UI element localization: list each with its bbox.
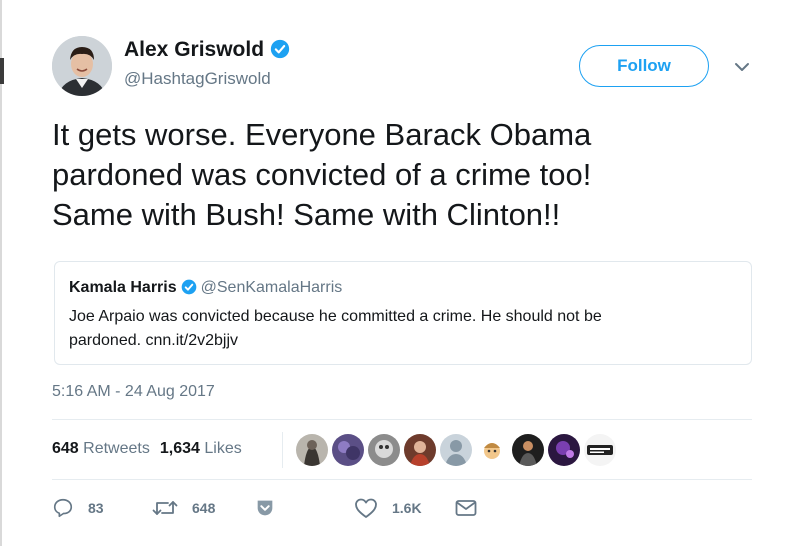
retweet-button[interactable]: 648 <box>152 495 215 521</box>
author-handle[interactable]: @HashtagGriswold <box>124 69 271 89</box>
window-edge-mark <box>0 58 4 84</box>
tweet-text: It gets worse. Everyone Barack Obama par… <box>52 115 732 235</box>
likes-count: 1,634 <box>159 440 200 457</box>
quoted-author-name: Kamala Harris <box>69 279 177 296</box>
save-icon <box>254 497 276 519</box>
reply-count: 83 <box>88 500 104 516</box>
quoted-tweet[interactable]: Kamala Harris @SenKamalaHarris Joe Arpaio… <box>54 261 752 365</box>
liker-avatar[interactable] <box>548 434 580 466</box>
message-button[interactable] <box>454 495 478 521</box>
author-avatar[interactable] <box>52 36 112 96</box>
divider <box>52 479 752 480</box>
liker-avatar[interactable] <box>440 434 472 466</box>
verified-badge-icon <box>270 39 290 65</box>
envelope-icon <box>454 498 478 518</box>
like-count: 1.6K <box>392 500 422 516</box>
retweets-stat[interactable]: 648 Retweets <box>52 440 150 457</box>
retweet-count: 648 <box>192 500 216 516</box>
liker-avatar[interactable] <box>368 434 400 466</box>
retweet-icon <box>152 497 178 519</box>
liker-avatar[interactable] <box>584 434 616 466</box>
tweet-actions: 83 648 1.6K <box>52 495 492 521</box>
liker-avatar[interactable] <box>512 434 544 466</box>
quoted-text-line: Joe Arpaio was convicted because he comm… <box>69 308 602 325</box>
like-button[interactable]: 1.6K <box>354 495 422 521</box>
likes-stat[interactable]: 1,634 Likes <box>160 440 242 457</box>
divider <box>52 419 752 420</box>
tweet-text-line: Same with Bush! Same with Clinton!! <box>52 197 561 232</box>
verified-badge-icon <box>181 279 197 301</box>
retweets-count: 648 <box>52 440 79 457</box>
chevron-down-icon[interactable] <box>732 57 752 77</box>
stats-separator <box>282 432 283 468</box>
quoted-tweet-header: Kamala Harris @SenKamalaHarris <box>69 278 737 301</box>
tweet-text-line: It gets worse. Everyone Barack Obama <box>52 117 592 152</box>
quoted-tweet-text: Joe Arpaio was convicted because he comm… <box>69 305 709 353</box>
heart-icon <box>354 497 378 519</box>
liker-avatar[interactable] <box>476 434 508 466</box>
liker-avatar[interactable] <box>404 434 436 466</box>
likes-label: Likes <box>204 440 242 457</box>
author-name-text[interactable]: Alex Griswold <box>124 38 264 61</box>
quoted-author-handle: @SenKamalaHarris <box>200 279 343 296</box>
tweet-timestamp[interactable]: 5:16 AM - 24 Aug 2017 <box>52 383 215 401</box>
follow-button[interactable]: Follow <box>579 45 709 87</box>
save-button[interactable] <box>254 495 276 521</box>
retweets-label: Retweets <box>83 440 150 457</box>
tweet-stats: 648 Retweets 1,634 Likes <box>52 440 242 458</box>
author-name[interactable]: Alex Griswold <box>124 38 290 65</box>
reply-icon <box>52 497 74 519</box>
quoted-text-line: pardoned. cnn.it/2v2bjjv <box>69 332 238 349</box>
liker-avatar[interactable] <box>296 434 328 466</box>
reply-button[interactable]: 83 <box>52 495 104 521</box>
liker-avatar[interactable] <box>332 434 364 466</box>
tweet-text-line: pardoned was convicted of a crime too! <box>52 157 592 192</box>
